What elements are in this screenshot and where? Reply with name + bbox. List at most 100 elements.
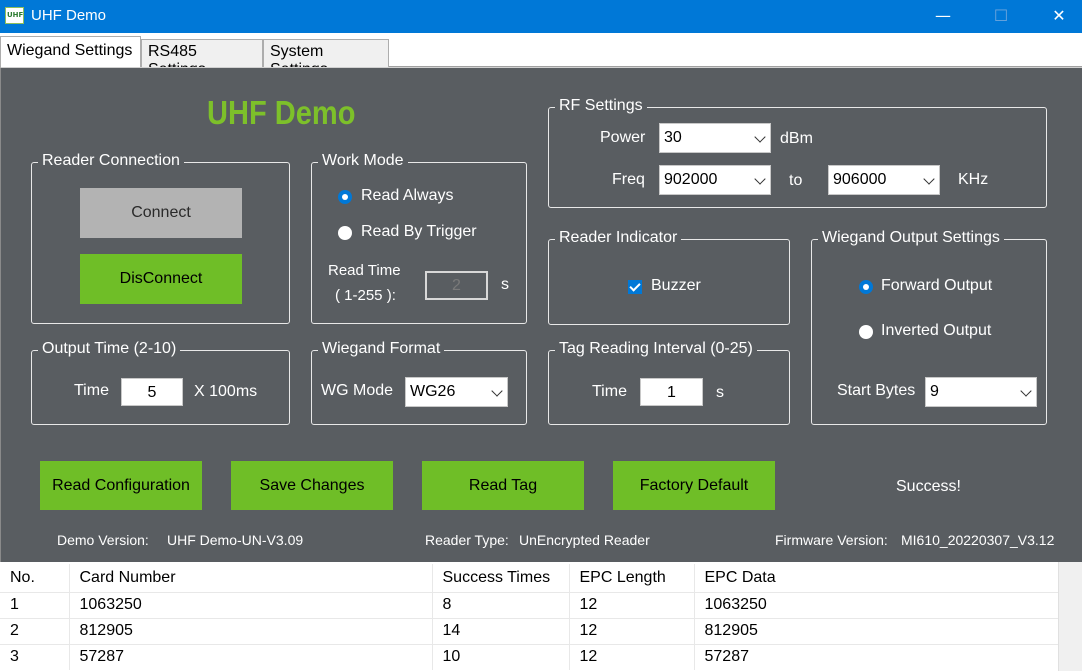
cell-card-number: 1063250: [69, 591, 433, 618]
wiegand-output-title: Wiegand Output Settings: [818, 229, 1004, 247]
save-changes-button[interactable]: Save Changes: [231, 461, 393, 510]
cell-success-times: 10: [432, 643, 570, 670]
wiegand-output-group: Wiegand Output Settings Forward Output I…: [811, 229, 1047, 425]
reader-connection-title: Reader Connection: [38, 152, 184, 170]
tag-grid[interactable]: No. Card Number Success Times EPC Length…: [0, 564, 1059, 670]
app-icon-text: UHF: [7, 11, 24, 19]
maximize-button[interactable]: ☐: [978, 0, 1024, 33]
cell-epc-length: 12: [569, 643, 695, 670]
demo-version-value: UHF Demo-UN-V3.09: [167, 532, 304, 548]
read-time-input[interactable]: 2: [425, 271, 488, 300]
cell-epc-length: 12: [569, 617, 695, 644]
power-value: 30: [664, 129, 682, 146]
output-time-title: Output Time (2-10): [38, 340, 181, 358]
vertical-scrollbar[interactable]: [1058, 562, 1082, 671]
cell-no: 3: [0, 643, 70, 670]
power-label: Power: [600, 129, 646, 146]
table-row[interactable]: 3 57287 10 12 57287: [0, 643, 1059, 670]
tab-rs485-settings[interactable]: RS485 Settings: [141, 39, 263, 78]
work-mode-group: Work Mode Read Always Read By Trigger Re…: [311, 152, 527, 324]
tab-wiegand-settings[interactable]: Wiegand Settings: [0, 36, 141, 68]
tag-table[interactable]: No. Card Number Success Times EPC Length…: [0, 562, 1082, 671]
close-button[interactable]: ✕: [1036, 0, 1082, 33]
forward-output-radio[interactable]: [859, 280, 873, 294]
output-time-label: Time: [74, 382, 109, 399]
reader-type-label: Reader Type:: [425, 532, 509, 548]
read-always-label: Read Always: [361, 187, 454, 204]
window-title: UHF Demo: [31, 7, 107, 24]
read-always-radio[interactable]: [338, 190, 352, 204]
power-select[interactable]: 30: [659, 123, 771, 153]
read-time-label: Read Time: [328, 262, 401, 279]
table-row[interactable]: 2 812905 14 12 812905: [0, 617, 1059, 644]
cell-success-times: 8: [432, 591, 570, 618]
start-bytes-select[interactable]: 9: [925, 377, 1037, 407]
wiegand-format-title: Wiegand Format: [318, 340, 445, 358]
connect-button[interactable]: Connect: [80, 188, 242, 238]
wiegand-format-group: Wiegand Format WG Mode WG26: [311, 340, 527, 425]
cell-card-number: 57287: [69, 643, 433, 670]
read-by-trigger-radio[interactable]: [338, 226, 352, 240]
rf-settings-group: RF Settings Power 30 dBm Freq 902000 to …: [548, 97, 1047, 208]
freq-label: Freq: [612, 171, 645, 188]
table-row[interactable]: 1 1063250 8 12 1063250: [0, 591, 1059, 618]
tag-interval-label: Time: [592, 383, 627, 400]
firmware-version-label: Firmware Version:: [775, 532, 888, 548]
chevron-down-icon: [491, 385, 503, 397]
reader-type-value: UnEncrypted Reader: [519, 532, 650, 548]
output-time-group: Output Time (2-10) Time 5 X 100ms: [31, 340, 290, 425]
freq-to-select[interactable]: 906000: [828, 165, 940, 195]
cell-no: 1: [0, 591, 70, 618]
tab-system-settings[interactable]: System Settings: [263, 39, 389, 78]
tab-strip: Wiegand Settings RS485 Settings System S…: [0, 33, 1082, 78]
freq-from-select[interactable]: 902000: [659, 165, 771, 195]
column-header-success-times[interactable]: Success Times: [432, 564, 570, 592]
power-unit: dBm: [780, 130, 813, 147]
inverted-output-radio[interactable]: [859, 325, 873, 339]
cell-epc-data: 57287: [694, 643, 1059, 670]
table-header-row: No. Card Number Success Times EPC Length…: [0, 564, 1059, 592]
column-header-epc-length[interactable]: EPC Length: [569, 564, 695, 592]
cell-epc-length: 12: [569, 591, 695, 618]
wg-mode-value: WG26: [410, 383, 456, 400]
cell-epc-data: 1063250: [694, 591, 1059, 618]
wg-mode-label: WG Mode: [321, 382, 394, 399]
reader-connection-group: Reader Connection Connect DisConnect: [31, 152, 290, 324]
read-tag-button[interactable]: Read Tag: [422, 461, 584, 510]
read-time-range-label: ( 1-255 ):: [335, 287, 396, 304]
output-time-input[interactable]: 5: [121, 378, 183, 406]
output-time-unit: X 100ms: [194, 383, 258, 400]
start-bytes-label: Start Bytes: [837, 382, 916, 399]
read-time-unit: s: [501, 276, 509, 293]
start-bytes-value: 9: [930, 383, 939, 400]
chevron-down-icon: [754, 131, 766, 143]
rf-settings-title: RF Settings: [555, 97, 647, 115]
buzzer-checkbox[interactable]: [628, 280, 642, 294]
column-header-epc-data[interactable]: EPC Data: [694, 564, 1059, 592]
chevron-down-icon: [1020, 385, 1032, 397]
cell-success-times: 14: [432, 617, 570, 644]
status-text: Success!: [896, 478, 961, 495]
column-header-card-number[interactable]: Card Number: [69, 564, 433, 592]
tag-interval-unit: s: [716, 384, 724, 401]
app-icon: UHF: [5, 7, 24, 24]
read-by-trigger-label: Read By Trigger: [361, 223, 477, 240]
read-configuration-button[interactable]: Read Configuration: [40, 461, 202, 510]
disconnect-button[interactable]: DisConnect: [80, 254, 242, 304]
reader-indicator-title: Reader Indicator: [555, 229, 682, 247]
reader-indicator-group: Reader Indicator Buzzer: [548, 229, 790, 325]
tag-interval-group: Tag Reading Interval (0-25) Time 1 s: [548, 340, 790, 425]
cell-card-number: 812905: [69, 617, 433, 644]
column-header-no[interactable]: No.: [0, 564, 70, 592]
minimize-button[interactable]: —: [920, 0, 966, 33]
inverted-output-label: Inverted Output: [881, 322, 992, 339]
chevron-down-icon: [754, 173, 766, 185]
firmware-version-value: MI610_20220307_V3.12: [901, 532, 1055, 548]
tag-interval-input[interactable]: 1: [640, 378, 703, 406]
wg-mode-select[interactable]: WG26: [405, 377, 508, 407]
factory-default-button[interactable]: Factory Default: [613, 461, 775, 510]
logo-text: UHF Demo: [207, 94, 356, 131]
forward-output-label: Forward Output: [881, 277, 993, 294]
freq-from-value: 902000: [664, 171, 718, 188]
freq-to-value: 906000: [833, 171, 887, 188]
